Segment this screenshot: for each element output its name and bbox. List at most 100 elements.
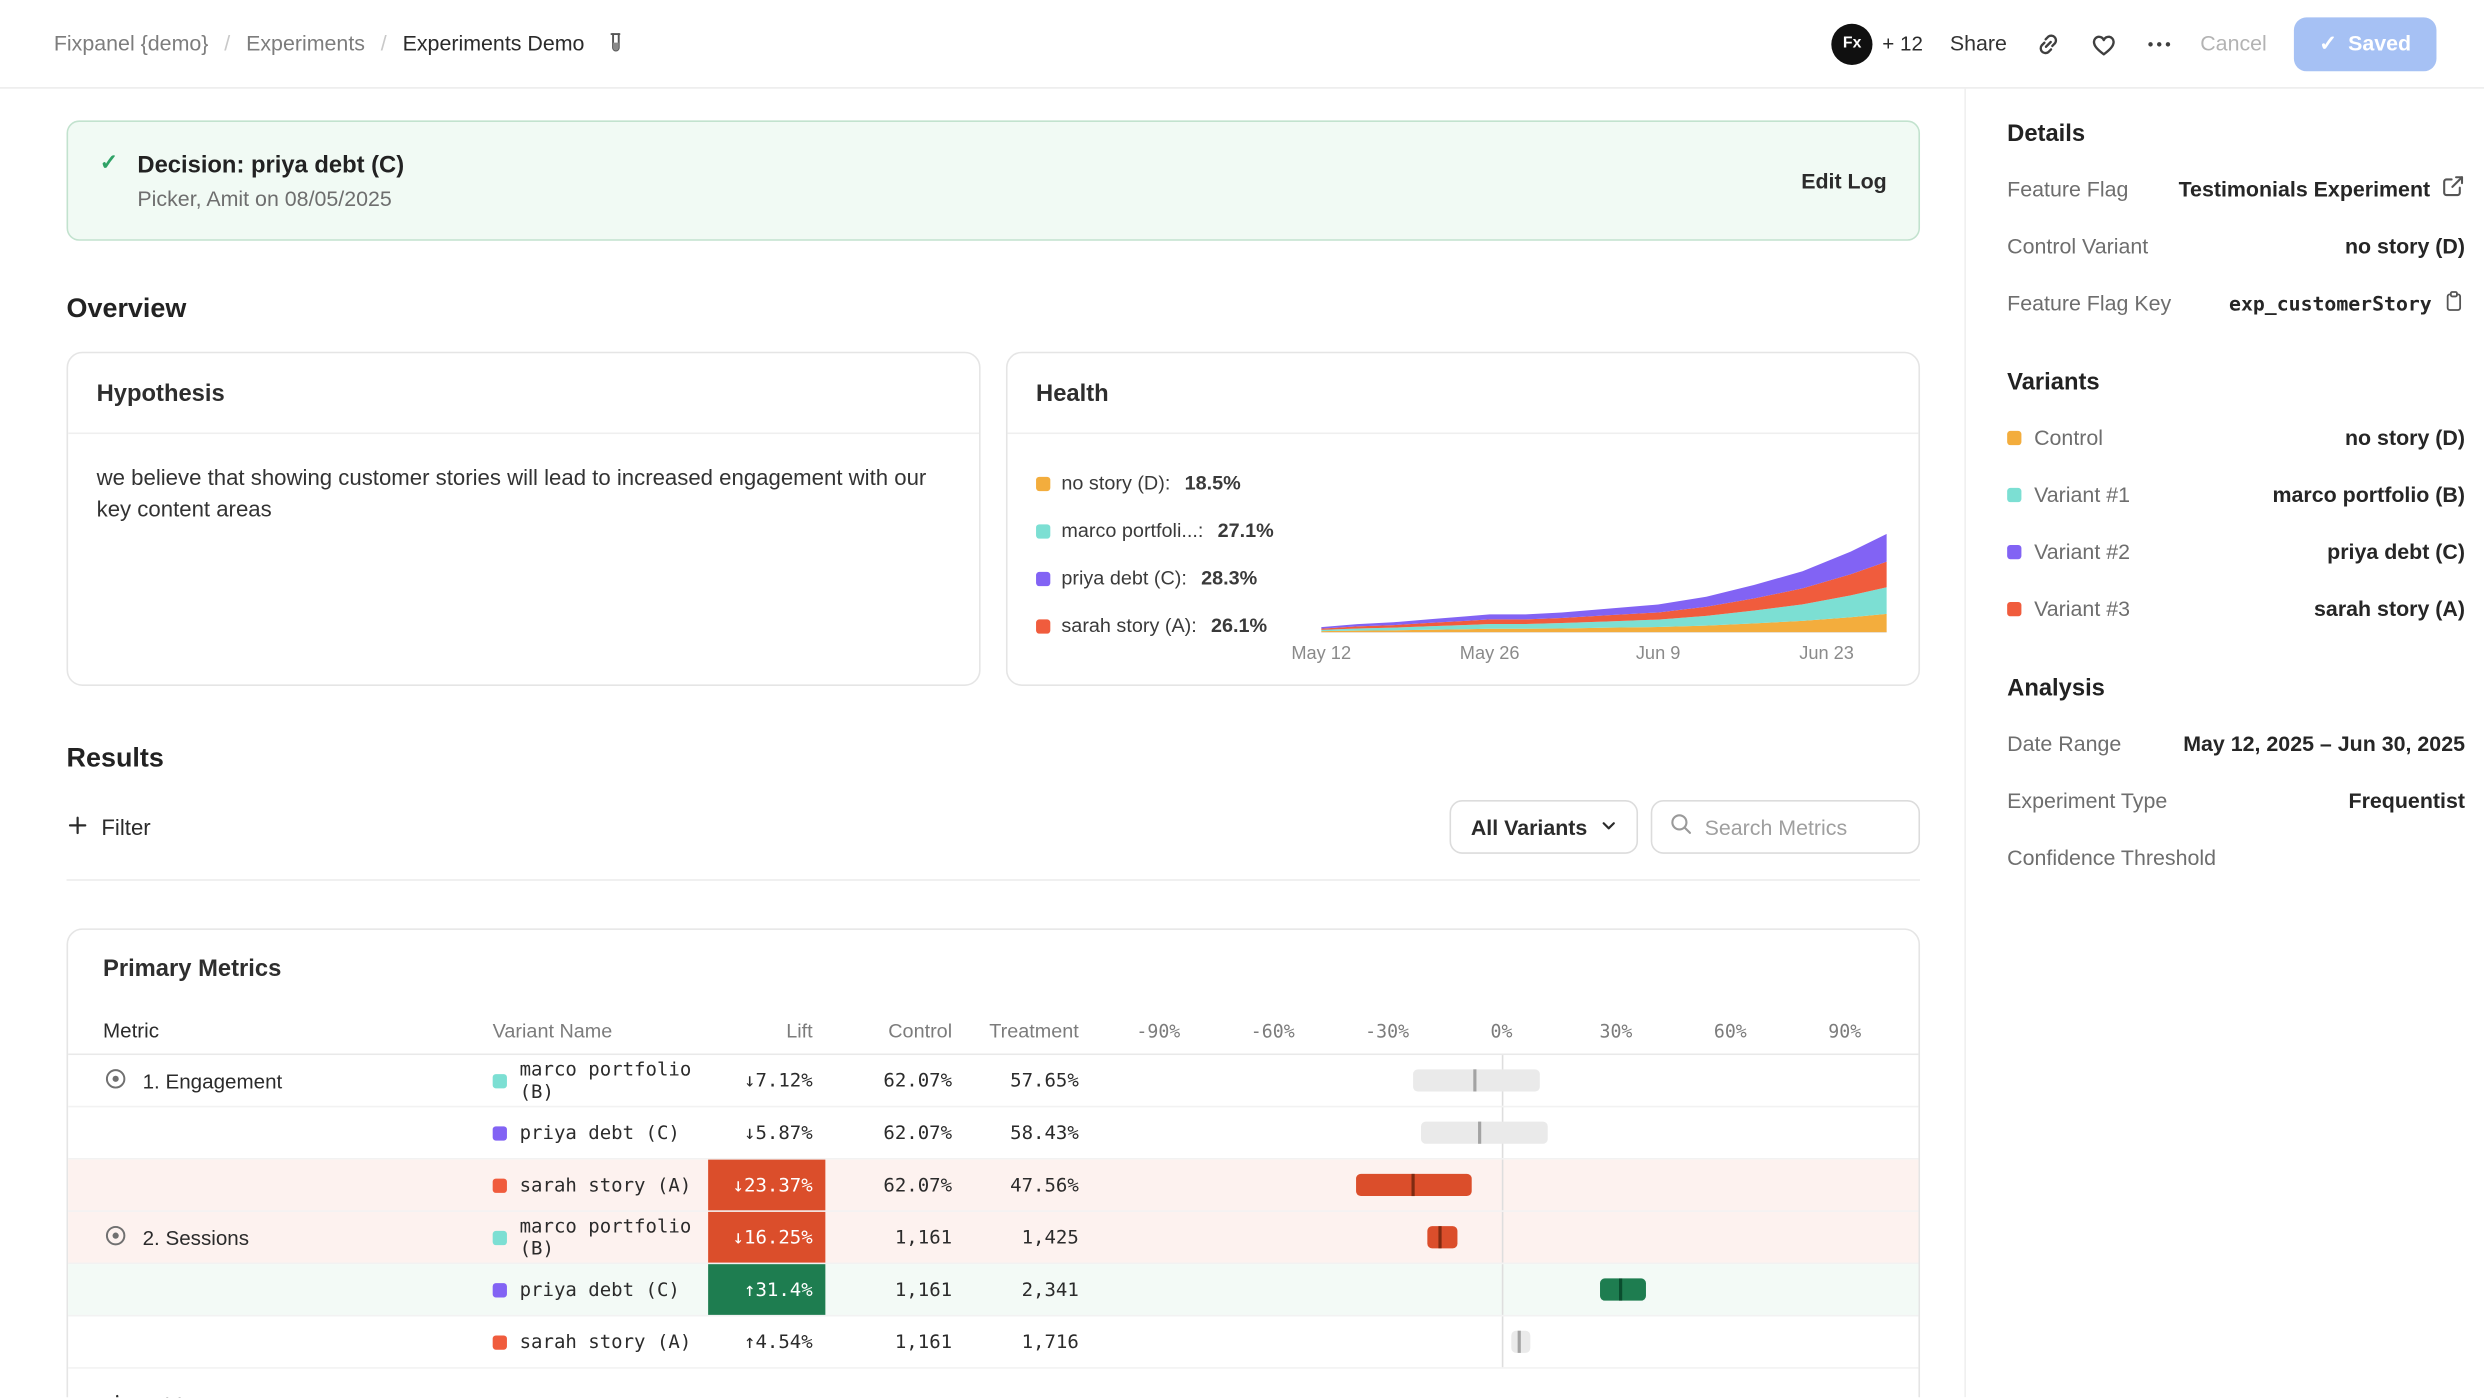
variant-swatch: [493, 1126, 507, 1140]
health-title: Health: [1008, 353, 1919, 434]
feature-flag-link[interactable]: Testimonials Experiment: [2179, 177, 2431, 201]
add-metric-button[interactable]: Add: [68, 1369, 1918, 1398]
search-metrics-box[interactable]: [1651, 800, 1920, 854]
variant-cell: sarah story (A): [493, 1331, 708, 1353]
detail-row-feature-flag-key: Feature Flag Key exp_customerStory: [2007, 274, 2465, 331]
breadcrumb-experiments[interactable]: Experiments: [246, 32, 365, 56]
variant-swatch: [2007, 487, 2021, 501]
legend-swatch: [1036, 619, 1050, 633]
variants-dropdown[interactable]: All Variants: [1450, 800, 1638, 854]
main-content: ✓ Decision: priya debt (C) Picker, Amit …: [0, 89, 1964, 1398]
feature-flag-key: exp_customerStory: [2229, 291, 2432, 315]
breadcrumb-separator: /: [381, 32, 387, 56]
search-icon: [1668, 810, 1693, 843]
variant-cell: priya debt (C): [493, 1278, 708, 1300]
lift-cell: ↑4.54%: [708, 1316, 825, 1367]
variant-swatch: [2007, 430, 2021, 444]
health-chart: May 12May 26Jun 9Jun 23: [1309, 453, 1894, 675]
target-icon: [103, 1222, 128, 1252]
check-icon: ✓: [100, 149, 119, 176]
detail-row-feature-flag: Feature Flag Testimonials Experiment: [2007, 160, 2465, 217]
table-row[interactable]: sarah story (A) ↓23.37% 62.07% 47.56%: [68, 1160, 1918, 1212]
decision-title: Decision: priya debt (C): [137, 151, 404, 178]
treatment-cell: 2,341: [952, 1278, 1079, 1300]
lift-cell: ↓7.12%: [708, 1055, 825, 1106]
variant-cell: marco portfolio (B): [493, 1058, 708, 1102]
legend-item: priya debt (C): 28.3%: [1036, 554, 1308, 602]
forest-cell: [1103, 1264, 1919, 1315]
analysis-row-experiment-type: Experiment Type Frequentist: [2007, 771, 2465, 828]
legend-swatch: [1036, 571, 1050, 585]
collaborators[interactable]: Fx + 12: [1832, 23, 1923, 64]
plus-icon: [106, 1392, 128, 1398]
treatment-cell: 1,716: [952, 1331, 1079, 1353]
metric-cell: 1. Engagement: [103, 1065, 493, 1095]
hypothesis-title: Hypothesis: [68, 353, 979, 434]
forest-cell: [1103, 1212, 1919, 1263]
variant-name: marco portfolio (B): [520, 1058, 709, 1102]
avatar[interactable]: Fx: [1832, 23, 1873, 64]
table-row[interactable]: priya debt (C) ↑31.4% 1,161 2,341: [68, 1264, 1918, 1316]
collaborators-count: + 12: [1882, 32, 1923, 56]
variant-cell: priya debt (C): [493, 1122, 708, 1144]
lift-cell: ↑31.4%: [708, 1264, 825, 1315]
table-row[interactable]: 1. Engagement marco portfolio (B) ↓7.12%…: [68, 1055, 1918, 1107]
variant-name: priya debt (C): [520, 1122, 680, 1144]
variant-name: marco portfolio (B): [520, 1215, 709, 1259]
top-bar: Fixpanel {demo} / Experiments / Experime…: [0, 0, 2484, 89]
legend-item: sarah story (A): 26.1%: [1036, 602, 1308, 650]
copy-icon[interactable]: [2443, 289, 2465, 316]
forest-cell: [1103, 1055, 1919, 1106]
variant-swatch: [493, 1073, 507, 1087]
external-link-icon[interactable]: [2441, 174, 2465, 203]
add-filter-button[interactable]: Filter: [67, 813, 151, 840]
stacked-area-chart: [1321, 513, 1887, 640]
edit-log-button[interactable]: Edit Log: [1801, 169, 1887, 193]
analysis-row-confidence-threshold: Confidence Threshold: [2007, 829, 2465, 886]
topbar-actions: Fx + 12 Share Cancel: [1832, 17, 2437, 71]
analysis-row-date-range: Date Range May 12, 2025 – Jun 30, 2025: [2007, 714, 2465, 771]
primary-metrics-card: Primary Metrics Metric Variant Name Lift…: [67, 928, 1920, 1397]
metric-label: 1. Engagement: [143, 1069, 283, 1093]
forest-axis: -90%-60%-30%0%30%60%90%: [1103, 1008, 1919, 1054]
cancel-button[interactable]: Cancel: [2200, 32, 2267, 56]
table-row[interactable]: sarah story (A) ↑4.54% 1,161 1,716: [68, 1316, 1918, 1368]
breadcrumb: Fixpanel {demo} / Experiments / Experime…: [54, 32, 627, 56]
control-cell: 1,161: [825, 1278, 952, 1300]
target-icon: [103, 1065, 128, 1095]
legend-swatch: [1036, 524, 1050, 538]
variant-row: Variant #1 marco portfolio (B): [2007, 466, 2465, 523]
table-row[interactable]: 2. Sessions marco portfolio (B) ↓16.25% …: [68, 1212, 1918, 1264]
overview-heading: Overview: [67, 293, 1920, 325]
health-legend: no story (D): 18.5% marco portfoli...: 2…: [1036, 453, 1308, 675]
legend-item: no story (D): 18.5%: [1036, 459, 1308, 507]
breadcrumb-separator: /: [224, 32, 230, 56]
link-icon[interactable]: [2034, 29, 2063, 58]
control-cell: 62.07%: [825, 1122, 952, 1144]
forest-cell: [1103, 1160, 1919, 1211]
control-cell: 62.07%: [825, 1174, 952, 1196]
control-cell: 62.07%: [825, 1069, 952, 1091]
results-heading: Results: [67, 743, 1920, 775]
decision-subtitle: Picker, Amit on 08/05/2025: [137, 186, 404, 210]
variant-row: Variant #2 priya debt (C): [2007, 523, 2465, 580]
table-header: Metric Variant Name Lift Control Treatme…: [68, 1008, 1918, 1056]
heart-icon[interactable]: [2089, 29, 2118, 58]
primary-metrics-title: Primary Metrics: [68, 930, 1918, 1008]
share-button[interactable]: Share: [1950, 32, 2007, 56]
saved-button[interactable]: ✓ Saved: [2294, 17, 2437, 71]
hypothesis-body: we believe that showing customer stories…: [68, 434, 979, 552]
more-icon[interactable]: [2145, 29, 2174, 58]
treatment-cell: 58.43%: [952, 1122, 1079, 1144]
breadcrumb-current[interactable]: Experiments Demo: [403, 32, 585, 56]
control-cell: 1,161: [825, 1331, 952, 1353]
search-metrics-input[interactable]: [1705, 815, 1903, 839]
breadcrumb-project[interactable]: Fixpanel {demo}: [54, 32, 209, 56]
variant-swatch: [493, 1178, 507, 1192]
table-row[interactable]: priya debt (C) ↓5.87% 62.07% 58.43%: [68, 1107, 1918, 1159]
divider: [67, 879, 1920, 881]
analysis-heading: Analysis: [2007, 675, 2465, 702]
detail-row-control-variant: Control Variant no story (D): [2007, 217, 2465, 274]
chevron-down-icon: [1600, 815, 1617, 839]
experiments-page: Fixpanel {demo} / Experiments / Experime…: [0, 0, 2484, 1397]
